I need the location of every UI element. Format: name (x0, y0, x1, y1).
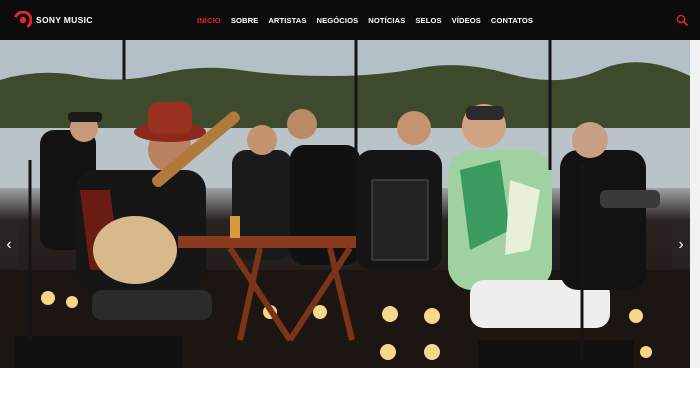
main-nav: INÍCIO SOBRE ARTISTAS NEGÓCIOS NOTÍCIAS … (197, 0, 533, 40)
slider-next-button[interactable]: › (672, 223, 690, 267)
nav-item-videos[interactable]: VÍDEOS (452, 16, 481, 25)
nav-item-negocios[interactable]: NEGÓCIOS (317, 16, 359, 25)
nav-item-artistas[interactable]: ARTISTAS (268, 16, 306, 25)
top-navigation-bar: SONY MUSIC INÍCIO SOBRE ARTISTAS NEGÓCIO… (0, 0, 700, 40)
nav-item-noticias[interactable]: NOTÍCIAS (368, 16, 405, 25)
sony-music-logo-icon (14, 11, 32, 29)
nav-item-sobre[interactable]: SOBRE (231, 16, 259, 25)
slider-prev-button[interactable]: ‹ (0, 223, 18, 267)
sony-music-logo[interactable]: SONY MUSIC (14, 11, 93, 29)
chevron-left-icon: ‹ (6, 236, 12, 253)
hero-slider-image[interactable]: ‹ › (0, 40, 690, 368)
band-performance-photo (0, 40, 690, 368)
nav-item-selos[interactable]: SELOS (415, 16, 441, 25)
brand-name: SONY MUSIC (36, 15, 93, 25)
nav-item-inicio[interactable]: INÍCIO (197, 16, 221, 25)
search-icon[interactable] (676, 14, 688, 26)
chevron-right-icon: › (678, 236, 684, 253)
scrollbar[interactable] (690, 40, 700, 368)
nav-item-contatos[interactable]: CONTATOS (491, 16, 533, 25)
